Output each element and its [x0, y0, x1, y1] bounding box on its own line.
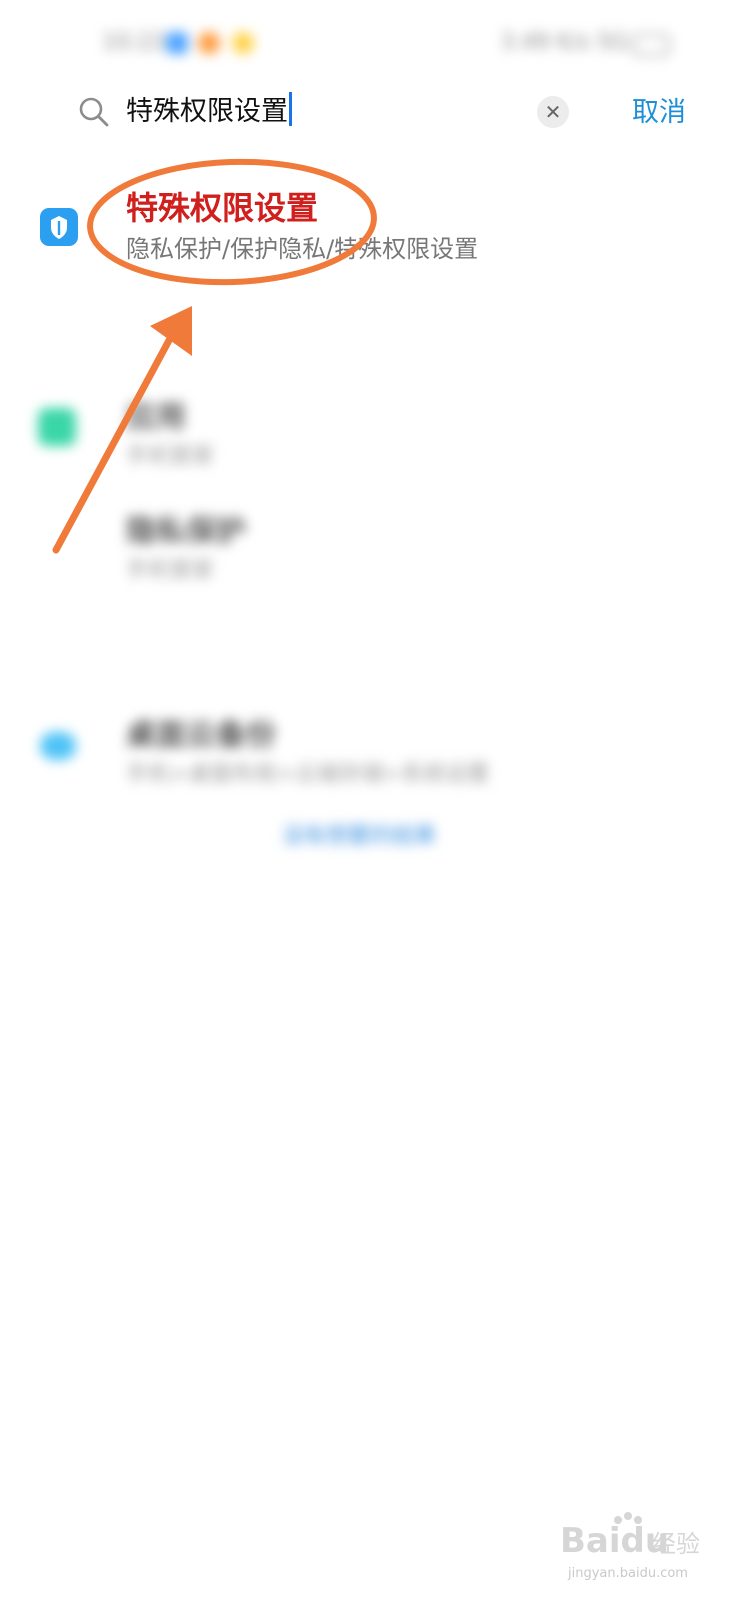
search-input[interactable]: 特殊权限设置: [126, 92, 292, 132]
watermark-url: jingyan.baidu.com: [568, 1566, 688, 1581]
result-title: 应用: [126, 400, 186, 435]
cloud-icon: [40, 732, 76, 760]
watermark-cn: 经验: [652, 1530, 700, 1558]
app-icon: [38, 408, 76, 446]
pointer-arrow-head: [150, 306, 192, 356]
status-time: 10:22: [102, 30, 166, 55]
result-title: 桌面云备份: [126, 718, 276, 753]
result-title: 特殊权限设置: [126, 189, 319, 227]
battery-icon: [632, 34, 670, 56]
more-results-link[interactable]: 没有想要的结果: [282, 818, 436, 850]
notification-icon: [198, 32, 220, 54]
text-caret: [289, 92, 292, 126]
result-subtitle: 手机>桌面布局>云端存储>系统设置: [126, 762, 490, 787]
cancel-button[interactable]: 取消: [632, 94, 686, 132]
search-icon: [79, 97, 109, 127]
result-subtitle: 手机管家: [126, 444, 215, 469]
baidu-jingyan-watermark: Baidu 经验: [560, 1512, 700, 1561]
clear-search-button[interactable]: ✕: [537, 96, 569, 128]
result-title: 隐私保护: [126, 514, 246, 549]
status-network: 3.49 K/s 5G: [500, 30, 628, 55]
notification-icon: [166, 32, 188, 54]
notification-icon: [232, 32, 254, 54]
result-subtitle: 手机管家: [126, 558, 215, 583]
close-icon: ✕: [544, 100, 562, 124]
result-subtitle: 隐私保护/保护隐私/特殊权限设置: [126, 235, 479, 263]
status-bar: 10:22 3.49 K/s 5G: [0, 0, 738, 80]
privacy-shield-icon: [40, 208, 78, 246]
search-query: 特殊权限设置: [126, 96, 288, 127]
